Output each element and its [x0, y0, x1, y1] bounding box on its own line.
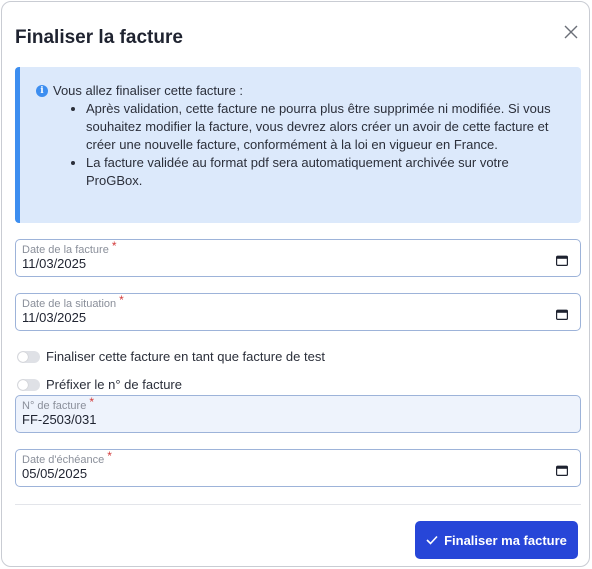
calendar-icon[interactable] [556, 465, 568, 476]
required-mark: * [89, 395, 94, 409]
info-intro: Vous allez finaliser cette facture : [53, 83, 244, 98]
close-button[interactable] [559, 20, 583, 44]
info-alert: i Vous allez finaliser cette facture : A… [15, 67, 581, 223]
close-icon [564, 25, 578, 39]
calendar-icon[interactable] [556, 309, 568, 320]
invoice-date-field[interactable]: Date de la facture * 11/03/2025 [15, 239, 581, 277]
invoice-number-value: FF-2503/031 [22, 412, 97, 427]
modal-title: Finaliser la facture [15, 27, 183, 48]
finalize-invoice-button[interactable]: Finaliser ma facture [415, 521, 578, 559]
situation-date-value: 11/03/2025 [22, 310, 87, 325]
situation-date-label: Date de la situation [22, 298, 117, 310]
info-header: i Vous allez finaliser cette facture : [36, 83, 565, 98]
info-bullet: Après validation, cette facture ne pourr… [86, 100, 565, 154]
invoice-number-label: N° de facture [22, 400, 87, 412]
footer-divider [15, 504, 581, 505]
required-mark: * [107, 449, 112, 463]
invoice-number-field[interactable]: N° de facture * FF-2503/031 [15, 395, 581, 433]
invoice-date-label: Date de la facture [22, 244, 109, 256]
prefix-number-toggle-row: Préfixer le n° de facture [17, 377, 182, 392]
test-invoice-toggle-label: Finaliser cette facture en tant que fact… [46, 349, 325, 364]
calendar-icon[interactable] [556, 255, 568, 266]
info-bullet: La facture validée au format pdf sera au… [86, 154, 565, 190]
required-mark: * [119, 293, 124, 307]
finalize-invoice-button-label: Finaliser ma facture [444, 532, 567, 548]
due-date-value: 05/05/2025 [22, 466, 88, 481]
info-icon: i [36, 84, 48, 97]
due-date-label: Date d'échéance [22, 454, 105, 466]
prefix-number-toggle[interactable] [17, 378, 40, 391]
required-mark: * [111, 239, 117, 253]
invoice-date-value: 11/03/2025 [22, 256, 87, 271]
prefix-number-toggle-label: Préfixer le n° de facture [46, 377, 182, 392]
test-invoice-toggle-row: Finaliser cette facture en tant que fact… [17, 349, 325, 364]
check-icon [426, 535, 438, 545]
finalize-invoice-modal: Finaliser la facture i Vous allez finali… [1, 1, 590, 567]
due-date-field[interactable]: Date d'échéance * 05/05/2025 [15, 449, 581, 487]
situation-date-field[interactable]: Date de la situation * 11/03/2025 [15, 293, 581, 331]
info-list: Après validation, cette facture ne pourr… [86, 100, 565, 190]
test-invoice-toggle[interactable] [17, 350, 40, 363]
